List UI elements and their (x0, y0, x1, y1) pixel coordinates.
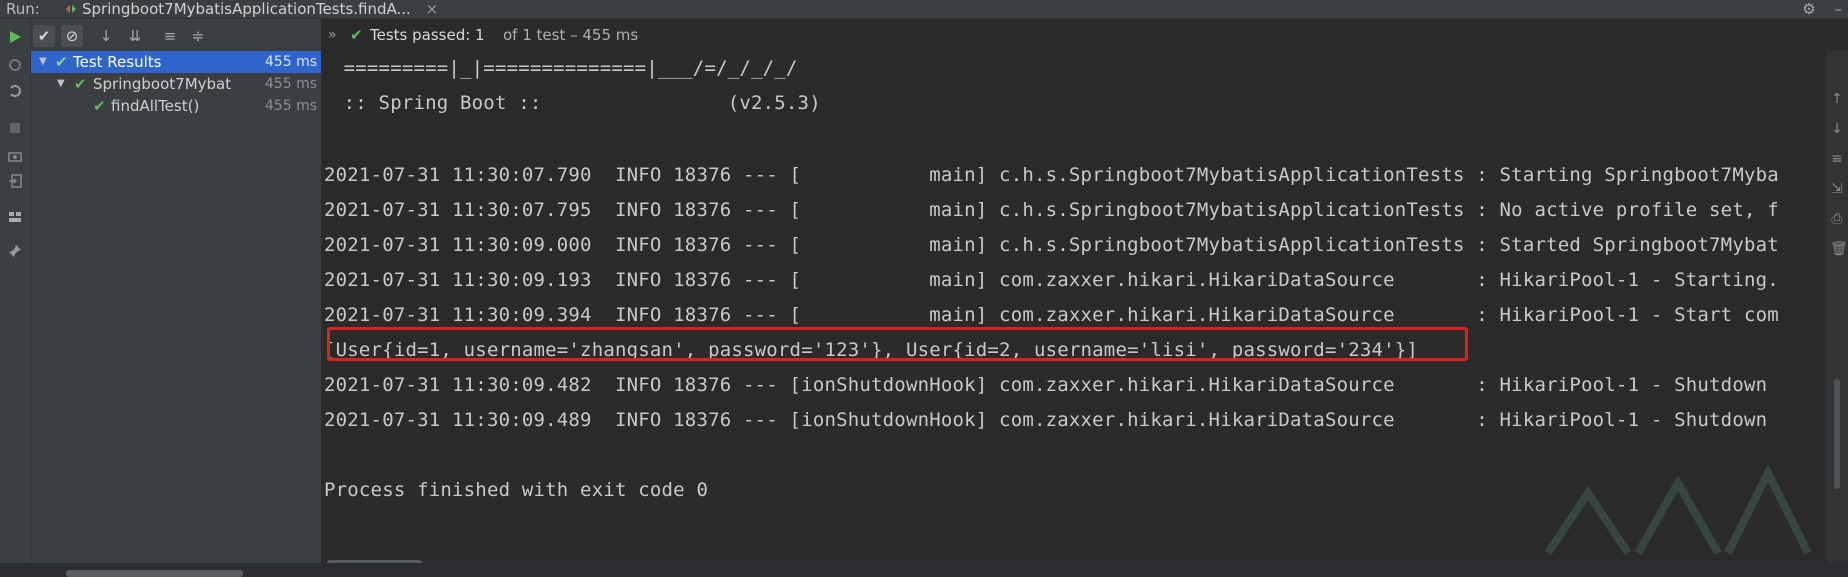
tree-item-duration: 455 ms (264, 76, 317, 92)
process-exit-line: Process finished with exit code 0 (324, 479, 709, 501)
test-status-bar: » ✔ Tests passed: 1 of 1 test – 455 ms (322, 19, 1848, 51)
run-config-tab-label: Springboot7MybatisApplicationTests.findA… (82, 0, 411, 18)
console-vertical-scrollbar[interactable] (1834, 379, 1840, 489)
tree-item-test-results[interactable]: ▼ ✔ Test Results 455 ms (31, 51, 321, 73)
camera-icon[interactable] (5, 147, 25, 167)
console-line: =========|_|==============|___/=/_/_/_/ (332, 57, 798, 79)
more-actions-icon[interactable]: » (328, 19, 337, 51)
scroll-to-end-icon[interactable]: ⇲ (1830, 181, 1844, 197)
minimize-icon[interactable]: – (1835, 0, 1843, 18)
tree-item-label: Test Results (73, 53, 162, 71)
gear-icon[interactable]: ⚙ (1802, 0, 1815, 18)
tree-horizontal-scrollbar[interactable] (66, 570, 243, 577)
console-line: 2021-07-31 11:30:07.795 INFO 18376 --- [… (324, 199, 1779, 221)
show-ignored-icon[interactable]: ⊘ (61, 25, 83, 47)
tree-item-label: Springboot7Mybat (93, 75, 232, 93)
console-line: 2021-07-31 11:30:09.394 INFO 18376 --- [… (324, 304, 1779, 326)
sort-by-duration-icon[interactable]: ⇊ (124, 25, 146, 47)
passed-check-icon: ✔ (93, 97, 106, 115)
pin-icon[interactable] (5, 243, 25, 263)
console-line: 2021-07-31 11:30:09.489 INFO 18376 --- [… (324, 409, 1768, 431)
console-line: 2021-07-31 11:30:07.790 INFO 18376 --- [… (324, 164, 1779, 186)
test-config-icon (66, 5, 76, 13)
stop-icon[interactable] (5, 119, 25, 139)
tests-summary: of 1 test – 455 ms (503, 26, 639, 44)
layout-icon[interactable] (5, 209, 25, 229)
rerun-failed-icon[interactable] (5, 57, 25, 77)
test-tree-panel: ✔ ⊘ ↓ ⇊ ≡ ≑ ▼ ✔ Test Results 455 ms ▼ ✔ … (31, 19, 321, 577)
run-label: Run: (6, 0, 40, 18)
highlight-annotation-box (327, 327, 1468, 361)
trash-icon[interactable]: 🗑 (1830, 241, 1848, 257)
rerun-icon[interactable] (5, 29, 25, 49)
tree-item-duration: 455 ms (264, 98, 317, 114)
toggle-auto-test-icon[interactable] (5, 83, 25, 103)
tree-item-test-method[interactable]: ✔ findAllTest() 455 ms (31, 95, 321, 117)
print-icon[interactable]: ⎙ (1830, 211, 1844, 227)
scroll-down-icon[interactable]: ↓ (1830, 121, 1844, 137)
console-line: 2021-07-31 11:30:09.482 INFO 18376 --- [… (324, 374, 1768, 396)
expand-all-icon[interactable]: ≡ (159, 25, 181, 47)
test-tree-toolbar: ✔ ⊘ ↓ ⇊ ≡ ≑ (31, 19, 321, 51)
passed-check-icon: ✔ (55, 53, 68, 71)
scroll-up-icon[interactable]: ↑ (1830, 91, 1844, 107)
run-config-tab[interactable]: Springboot7MybatisApplicationTests.findA… (60, 0, 446, 18)
sort-alphabetically-icon[interactable]: ↓ (95, 25, 117, 47)
console-line: :: Spring Boot :: (v2.5.3) (332, 92, 821, 114)
soft-wrap-icon[interactable]: ≡ (1830, 151, 1844, 167)
close-icon[interactable]: × (426, 0, 439, 18)
show-passed-icon[interactable]: ✔ (33, 25, 55, 47)
tree-item-label: findAllTest() (111, 97, 200, 115)
expand-arrow-icon[interactable]: ▼ (57, 73, 65, 95)
tests-passed-status: Tests passed: 1 (370, 26, 485, 44)
run-toolwindow-header: Run: Springboot7MybatisApplicationTests.… (0, 0, 1848, 19)
collapse-all-icon[interactable]: ≑ (187, 25, 209, 47)
console-line: 2021-07-31 11:30:09.000 INFO 18376 --- [… (324, 234, 1779, 256)
passed-check-icon: ✔ (74, 75, 87, 93)
passed-check-icon: ✔ (350, 26, 363, 44)
console-line: 2021-07-31 11:30:09.193 INFO 18376 --- [… (324, 269, 1779, 291)
expand-arrow-icon[interactable]: ▼ (39, 51, 47, 73)
tree-item-duration: 455 ms (264, 54, 317, 70)
import-tests-icon[interactable] (5, 173, 25, 193)
tree-item-test-class[interactable]: ▼ ✔ Springboot7Mybat 455 ms (31, 73, 321, 95)
run-side-toolbar (0, 19, 31, 563)
console-panel: » ✔ Tests passed: 1 of 1 test – 455 ms =… (322, 19, 1848, 563)
watermark-logo (1544, 464, 1812, 556)
